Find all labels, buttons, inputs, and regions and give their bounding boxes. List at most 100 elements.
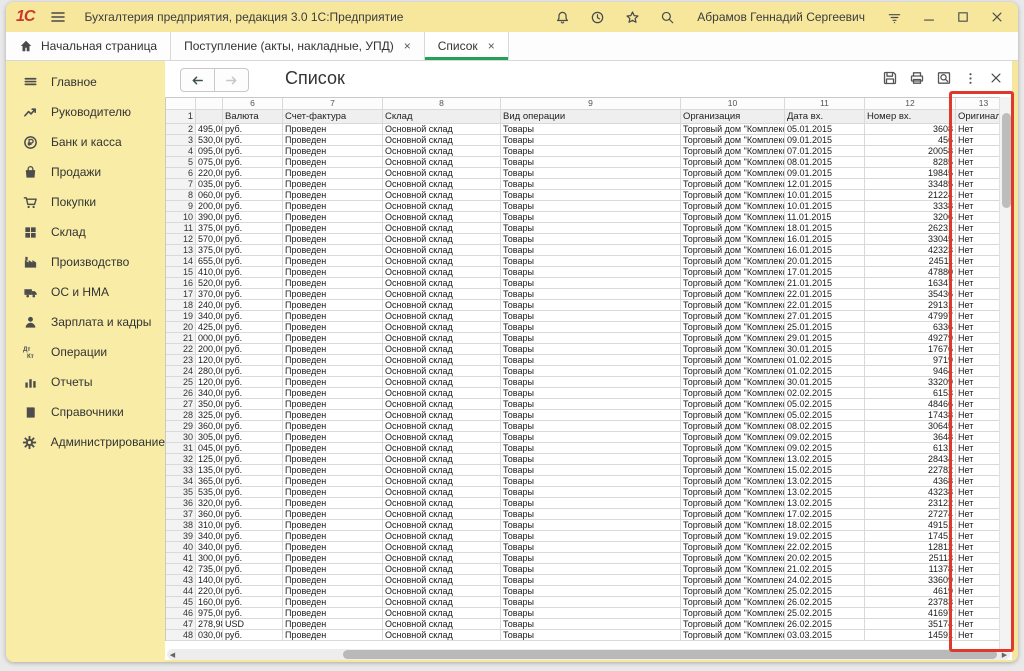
warehouse-cell[interactable]: Основной склад	[383, 333, 501, 344]
row-number-cell[interactable]: 7	[166, 179, 196, 190]
date-in-cell[interactable]: 07.01.2015	[785, 146, 865, 157]
currency-cell[interactable]: руб.	[223, 212, 283, 223]
number-in-cell[interactable]: 49151	[865, 520, 956, 531]
currency-cell[interactable]: руб.	[223, 410, 283, 421]
operation-cell[interactable]: Товары	[501, 388, 681, 399]
amount-cell[interactable]: 655,00	[196, 256, 223, 267]
currency-cell[interactable]: USD	[223, 619, 283, 630]
status-cell[interactable]: Проведен	[283, 597, 383, 608]
operation-cell[interactable]: Товары	[501, 575, 681, 586]
organization-cell[interactable]: Торговый дом "Комплексный"	[681, 498, 785, 509]
date-in-cell[interactable]: 01.02.2015	[785, 366, 865, 377]
organization-cell[interactable]: Торговый дом "Комплексный"	[681, 564, 785, 575]
amount-cell[interactable]: 390,00	[196, 212, 223, 223]
currency-cell[interactable]: руб.	[223, 355, 283, 366]
currency-cell[interactable]: Валюта	[223, 110, 283, 124]
date-in-cell[interactable]: 09.01.2015	[785, 168, 865, 179]
warehouse-cell[interactable]: Основной склад	[383, 388, 501, 399]
operation-cell[interactable]: Товары	[501, 124, 681, 135]
operation-cell[interactable]: Товары	[501, 410, 681, 421]
row-number-cell[interactable]: 10	[166, 212, 196, 223]
date-in-cell[interactable]: 30.01.2015	[785, 344, 865, 355]
status-cell[interactable]: Проведен	[283, 278, 383, 289]
sidebar-item-администрирование[interactable]: Администрирование	[6, 427, 165, 457]
currency-cell[interactable]: руб.	[223, 388, 283, 399]
date-in-cell[interactable]: 03.03.2015	[785, 630, 865, 641]
notifications-icon[interactable]	[555, 10, 570, 25]
operation-cell[interactable]: Товары	[501, 454, 681, 465]
operation-cell[interactable]: Товары	[501, 267, 681, 278]
status-cell[interactable]: Проведен	[283, 586, 383, 597]
status-cell[interactable]: Проведен	[283, 322, 383, 333]
row-number-cell[interactable]: 9	[166, 201, 196, 212]
number-in-cell[interactable]: 41697	[865, 608, 956, 619]
warehouse-cell[interactable]: Основной склад	[383, 531, 501, 542]
row-number-cell[interactable]: 37	[166, 509, 196, 520]
status-cell[interactable]: Проведен	[283, 300, 383, 311]
organization-cell[interactable]: Торговый дом "Комплексный"	[681, 278, 785, 289]
warehouse-cell[interactable]: Основной склад	[383, 498, 501, 509]
operation-cell[interactable]: Товары	[501, 432, 681, 443]
operation-cell[interactable]: Товары	[501, 289, 681, 300]
status-cell[interactable]: Проведен	[283, 410, 383, 421]
warehouse-cell[interactable]: Основной склад	[383, 245, 501, 256]
amount-cell[interactable]: 320,00	[196, 498, 223, 509]
currency-cell[interactable]: руб.	[223, 454, 283, 465]
row-number-cell[interactable]: 17	[166, 289, 196, 300]
amount-cell[interactable]: 340,00	[196, 531, 223, 542]
row-number-cell[interactable]: 32	[166, 454, 196, 465]
row-number-cell[interactable]: 45	[166, 597, 196, 608]
amount-cell[interactable]: 570,00	[196, 234, 223, 245]
row-number-cell[interactable]: 5	[166, 157, 196, 168]
currency-cell[interactable]: руб.	[223, 465, 283, 476]
row-number-cell[interactable]: 22	[166, 344, 196, 355]
status-cell[interactable]: Проведен	[283, 509, 383, 520]
status-cell[interactable]: Проведен	[283, 333, 383, 344]
currency-cell[interactable]: руб.	[223, 333, 283, 344]
currency-cell[interactable]: руб.	[223, 564, 283, 575]
operation-cell[interactable]: Товары	[501, 476, 681, 487]
warehouse-cell[interactable]: Основной склад	[383, 586, 501, 597]
operation-cell[interactable]: Товары	[501, 344, 681, 355]
date-in-cell[interactable]: 19.02.2015	[785, 531, 865, 542]
number-in-cell[interactable]: 33485	[865, 179, 956, 190]
sidebar-item-продажи[interactable]: Продажи	[6, 157, 165, 187]
operation-cell[interactable]: Товары	[501, 333, 681, 344]
currency-cell[interactable]: руб.	[223, 201, 283, 212]
organization-cell[interactable]: Торговый дом "Комплексный"	[681, 223, 785, 234]
number-in-cell[interactable]: 48466	[865, 399, 956, 410]
number-in-cell[interactable]: 12812	[865, 542, 956, 553]
currency-cell[interactable]: руб.	[223, 443, 283, 454]
row-number-cell[interactable]: 19	[166, 311, 196, 322]
warehouse-cell[interactable]: Основной склад	[383, 311, 501, 322]
scroll-left-arrow-icon[interactable]: ◀	[167, 649, 178, 660]
organization-cell[interactable]: Торговый дом "Комплексный"	[681, 509, 785, 520]
organization-cell[interactable]: Торговый дом "Комплексный"	[681, 190, 785, 201]
currency-cell[interactable]: руб.	[223, 498, 283, 509]
number-in-cell[interactable]: 16347	[865, 278, 956, 289]
amount-cell[interactable]: 365,00	[196, 476, 223, 487]
date-in-cell[interactable]: 17.01.2015	[785, 267, 865, 278]
organization-cell[interactable]: Торговый дом "Комплексный"	[681, 234, 785, 245]
warehouse-cell[interactable]: Основной склад	[383, 366, 501, 377]
operation-cell[interactable]: Товары	[501, 366, 681, 377]
amount-cell[interactable]: 495,00	[196, 124, 223, 135]
number-in-cell[interactable]: 4619	[865, 586, 956, 597]
number-in-cell[interactable]: 30645	[865, 421, 956, 432]
status-cell[interactable]: Проведен	[283, 223, 383, 234]
forward-button[interactable]	[215, 68, 249, 92]
row-number-cell[interactable]: 40	[166, 542, 196, 553]
status-cell[interactable]: Проведен	[283, 157, 383, 168]
warehouse-cell[interactable]: Основной склад	[383, 542, 501, 553]
sidebar-item-справочники[interactable]: Справочники	[6, 397, 165, 427]
currency-cell[interactable]: руб.	[223, 586, 283, 597]
status-cell[interactable]: Проведен	[283, 487, 383, 498]
warehouse-cell[interactable]: Основной склад	[383, 355, 501, 366]
column-number-cell[interactable]	[166, 98, 196, 110]
currency-cell[interactable]: руб.	[223, 311, 283, 322]
status-cell[interactable]: Проведен	[283, 135, 383, 146]
amount-cell[interactable]: 410,00	[196, 267, 223, 278]
sidebar-item-ос-и-нма[interactable]: ОС и НМА	[6, 277, 165, 307]
operation-cell[interactable]: Товары	[501, 531, 681, 542]
date-in-cell[interactable]: 17.02.2015	[785, 509, 865, 520]
